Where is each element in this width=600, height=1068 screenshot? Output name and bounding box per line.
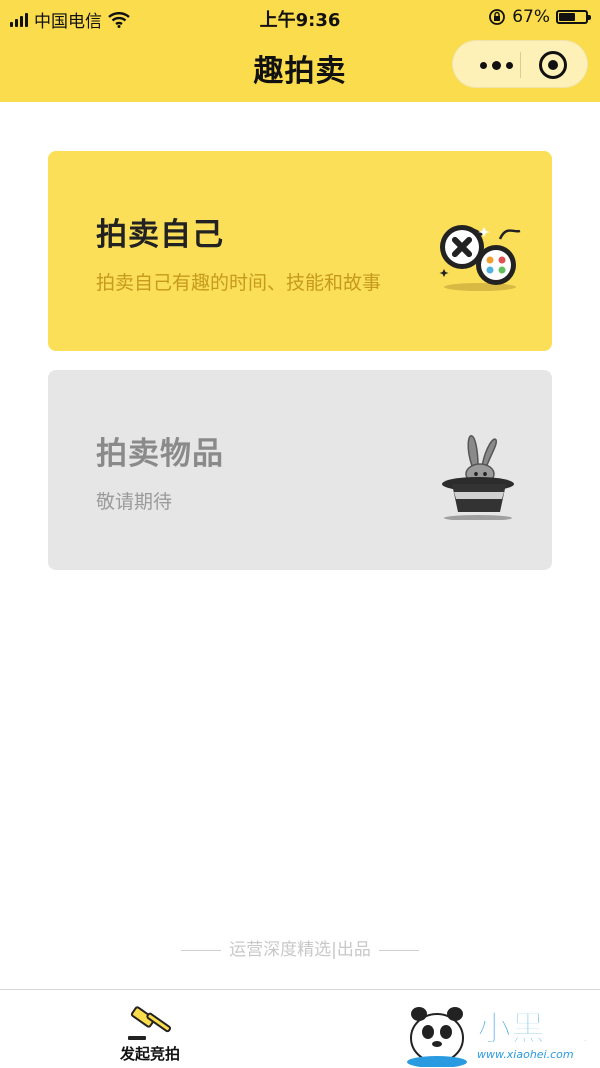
gavel-icon — [128, 1006, 172, 1040]
credit-right-line — [378, 949, 419, 951]
target-circle-icon[interactable] — [539, 51, 567, 79]
menu-capsule — [452, 40, 588, 88]
status-bar: 中国电信 上午9:36 67% — [0, 0, 600, 34]
card-subtitle: 拍卖自己有趣的时间、技能和故事 — [96, 272, 382, 294]
card-title: 拍卖物品 — [96, 436, 224, 472]
tab-label: 发起竞拍 — [119, 1045, 180, 1063]
gamepad-icon — [439, 225, 521, 291]
magic-hat-rabbit-icon — [442, 435, 514, 520]
xiaohei-watermark: 小黑 游戏 www.xiaohei.com — [407, 1007, 590, 1067]
card-subtitle: 敬请期待 — [96, 491, 173, 513]
top-bar: 中国电信 上午9:36 67% 趣拍卖 — [0, 0, 600, 102]
battery-icon — [556, 10, 591, 24]
card-auction-goods[interactable]: 拍卖物品 敬请期待 — [48, 370, 552, 570]
svg-text:游戏: 游戏 — [545, 1020, 589, 1046]
credit-text: 运营深度精选|出品 — [229, 940, 371, 960]
tab-start-auction[interactable]: 发起竞拍 — [100, 996, 200, 1063]
rotation-lock-icon — [489, 9, 506, 25]
card-auction-self[interactable]: 拍卖自己 拍卖自己有趣的时间、技能和故事 — [48, 151, 552, 351]
svg-text:小黑: 小黑 — [477, 1009, 545, 1049]
credit-left-line — [181, 949, 222, 951]
battery-level — [559, 13, 576, 21]
battery-percent: 67% — [512, 7, 550, 27]
svg-text:www.xiaohei.com: www.xiaohei.com — [477, 1048, 574, 1061]
capsule-divider — [520, 52, 521, 78]
card-title: 拍卖自己 — [96, 217, 224, 253]
status-right: 67% — [488, 7, 591, 27]
more-dots-icon[interactable] — [471, 53, 521, 77]
footer-credit: 运营深度精选|出品 — [0, 935, 600, 960]
